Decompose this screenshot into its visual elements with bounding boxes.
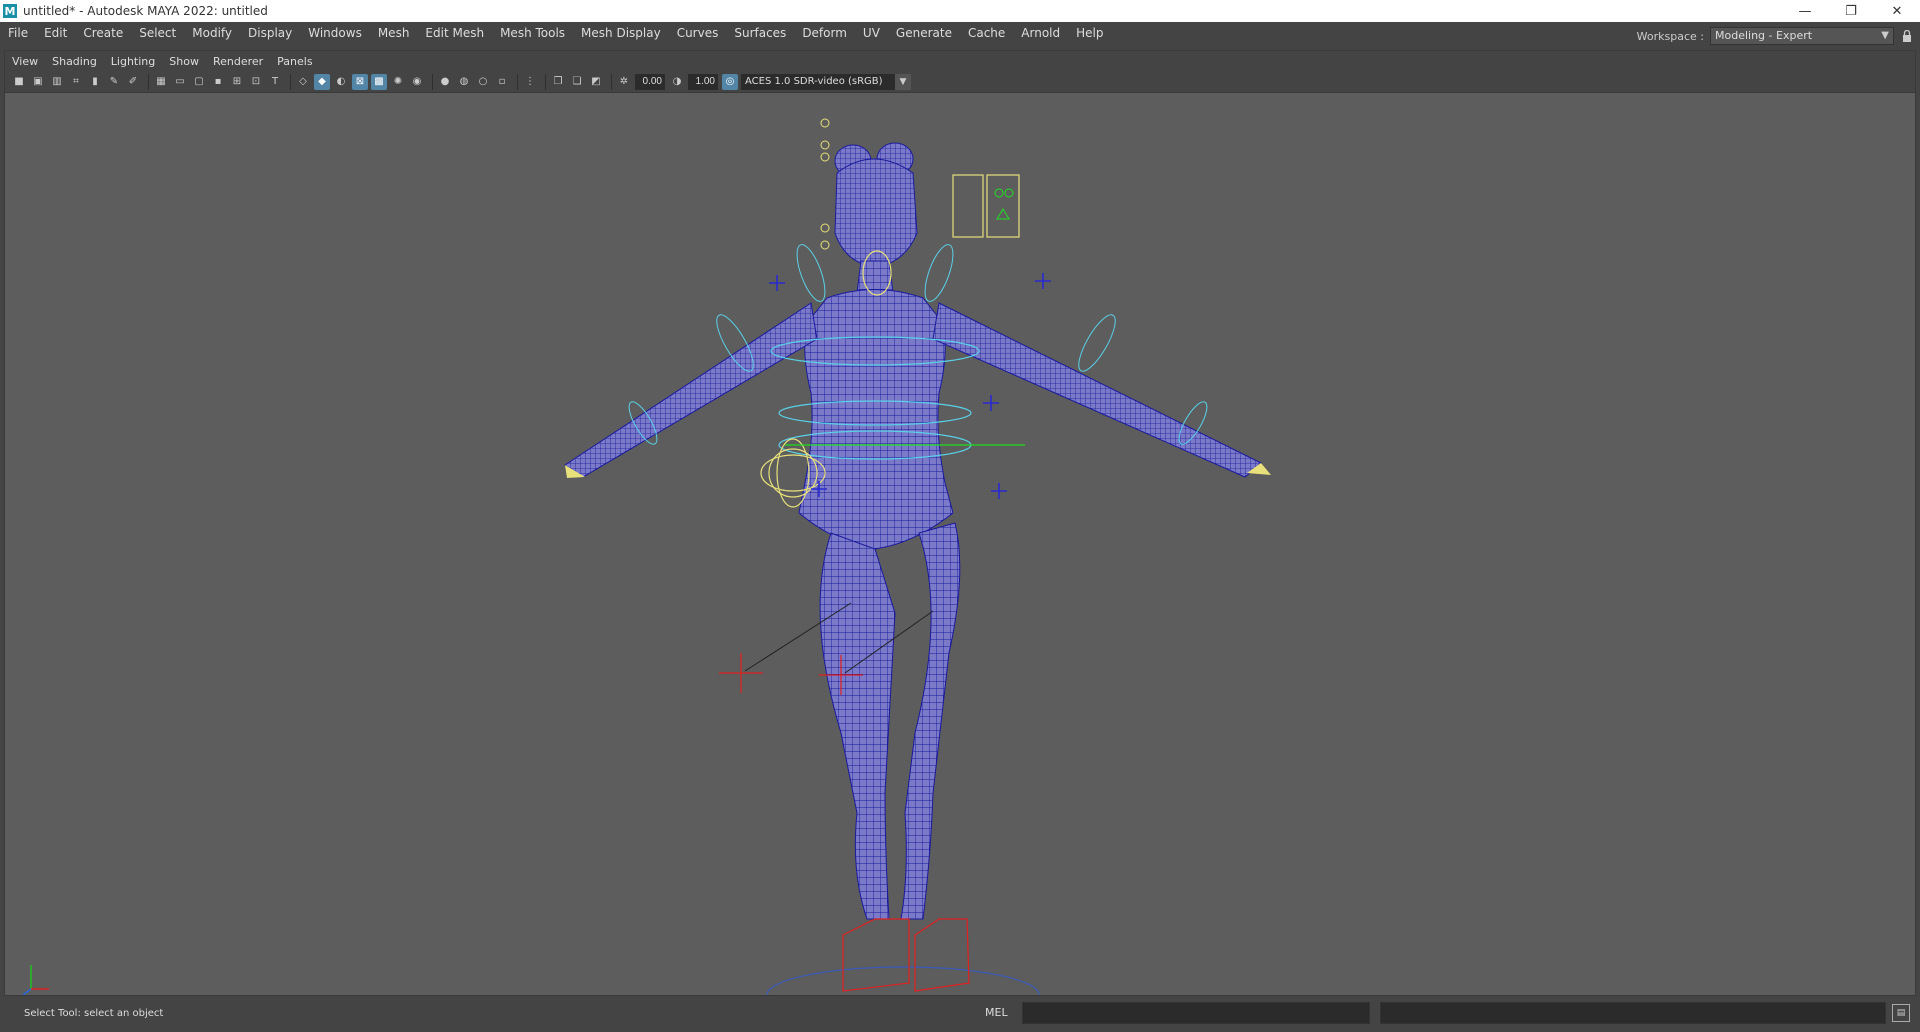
camera-attributes-icon[interactable]: ▣ xyxy=(30,74,46,90)
xray-icon[interactable]: ❐ xyxy=(550,74,566,90)
toolbar-separator xyxy=(517,73,518,90)
bookmark-icon[interactable]: ▥ xyxy=(49,74,65,90)
3d-viewport[interactable]: persp xyxy=(5,93,1915,995)
window-title: untitled* - Autodesk MAYA 2022: untitled xyxy=(23,4,268,18)
panel-menu-renderer[interactable]: Renderer xyxy=(206,55,270,68)
workspace-label: Workspace : xyxy=(1636,29,1704,43)
lock-icon[interactable] xyxy=(1894,26,1920,46)
film-gate-icon[interactable]: ▭ xyxy=(172,74,188,90)
menu-help[interactable]: Help xyxy=(1068,22,1111,44)
panel-menu-view[interactable]: View xyxy=(5,55,45,68)
smooth-shade-icon[interactable]: ◆ xyxy=(314,73,330,90)
close-button[interactable]: ✕ xyxy=(1874,0,1920,22)
camera-select-icon[interactable]: ■ xyxy=(11,74,27,90)
chevron-down-icon: ▼ xyxy=(1881,30,1889,41)
menu-mesh-display[interactable]: Mesh Display xyxy=(573,22,669,44)
menu-mesh[interactable]: Mesh xyxy=(370,22,418,44)
xray-joints-icon[interactable]: ◩ xyxy=(588,74,604,90)
use-lights-icon[interactable]: ✺ xyxy=(390,74,406,90)
workspace-dropdown[interactable]: Modeling - Expert ▼ xyxy=(1710,27,1894,45)
command-result-field xyxy=(1380,1002,1886,1024)
character-mesh[interactable] xyxy=(564,142,1271,920)
gate-mask-icon[interactable]: ▪ xyxy=(210,74,226,90)
workspace-value: Modeling - Expert xyxy=(1715,29,1813,42)
panel-menu-panels[interactable]: Panels xyxy=(270,55,319,68)
gamma-icon[interactable]: ◑ xyxy=(669,74,685,90)
viewport-scene xyxy=(22,118,1271,995)
gamma-field[interactable] xyxy=(688,73,718,90)
xray-pencil-icon[interactable]: ✐ xyxy=(125,74,141,90)
exposure-icon[interactable]: ✲ xyxy=(616,74,632,90)
menu-select[interactable]: Select xyxy=(131,22,184,44)
toolbar-separator xyxy=(545,73,546,90)
menu-deform[interactable]: Deform xyxy=(794,22,855,44)
menu-create[interactable]: Create xyxy=(75,22,131,44)
menu-edit-mesh[interactable]: Edit Mesh xyxy=(417,22,492,44)
grease-pencil-icon[interactable]: ✎ xyxy=(106,74,122,90)
xray-active-components-icon[interactable]: ❏ xyxy=(569,74,585,90)
panel-toolbar: ■ ▣ ▥ ⌗ ▮ ✎ ✐ ▦ ▭ ▢ ▪ ⊞ ⊡ T ◇ ◆ ◐ ⊠ ▩ ✺ … xyxy=(5,71,1915,93)
panel-menubar: View Shading Lighting Show Renderer Pane… xyxy=(5,51,1915,71)
workspace-selector: Workspace : Modeling - Expert ▼ xyxy=(1637,22,1920,50)
axis-gizmo xyxy=(22,965,49,995)
shadows-icon[interactable]: ◉ xyxy=(409,74,425,90)
toolbar-separator xyxy=(611,73,612,90)
menu-display[interactable]: Display xyxy=(240,22,300,44)
chevron-down-icon: ▼ xyxy=(895,73,911,90)
maya-logo-icon: M xyxy=(3,4,17,18)
toolbar-separator xyxy=(432,73,433,90)
safe-title-icon[interactable]: T xyxy=(267,74,283,90)
anti-aliasing-icon[interactable]: ○ xyxy=(475,74,491,90)
restore-button[interactable]: ❐ xyxy=(1828,0,1874,22)
panel-menu-shading[interactable]: Shading xyxy=(45,55,104,68)
menu-cache[interactable]: Cache xyxy=(960,22,1013,44)
menu-surfaces[interactable]: Surfaces xyxy=(726,22,794,44)
panel-menu-show[interactable]: Show xyxy=(162,55,206,68)
safe-action-icon[interactable]: ⊡ xyxy=(248,74,264,90)
exposure-field[interactable] xyxy=(635,73,665,90)
menu-edit[interactable]: Edit xyxy=(36,22,75,44)
menu-uv[interactable]: UV xyxy=(855,22,888,44)
menu-arnold[interactable]: Arnold xyxy=(1013,22,1068,44)
toolbar-separator xyxy=(148,73,149,90)
menu-modify[interactable]: Modify xyxy=(184,22,240,44)
isolate-select-icon[interactable]: ⋮ xyxy=(522,74,538,90)
script-editor-icon[interactable]: ▤ xyxy=(1892,1004,1910,1022)
motion-blur-icon[interactable]: ◍ xyxy=(456,74,472,90)
wireframe-icon[interactable]: ◇ xyxy=(295,74,311,90)
image-plane-icon[interactable]: ⌗ xyxy=(68,74,84,90)
menu-mesh-tools[interactable]: Mesh Tools xyxy=(492,22,573,44)
window-titlebar: M untitled* - Autodesk MAYA 2022: untitl… xyxy=(0,0,1920,22)
textured-icon[interactable]: ▩ xyxy=(371,73,387,90)
minimize-button[interactable]: — xyxy=(1782,0,1828,22)
2d-pan-icon[interactable]: ▮ xyxy=(87,74,103,90)
window-controls: — ❐ ✕ xyxy=(1782,0,1920,22)
command-input[interactable] xyxy=(1022,1002,1370,1024)
view-transform-value: ACES 1.0 SDR-video (sRGB) xyxy=(745,75,883,87)
menu-generate[interactable]: Generate xyxy=(888,22,960,44)
panel-menu-lighting[interactable]: Lighting xyxy=(104,55,162,68)
default-material-icon[interactable]: ◐ xyxy=(333,74,349,90)
color-management-icon[interactable]: ◎ xyxy=(722,73,738,90)
wireframe-on-shaded-icon[interactable]: ⊠ xyxy=(352,73,368,90)
mel-toggle[interactable]: MEL xyxy=(985,1006,1008,1019)
command-line-bar: Select Tool: select an object MEL ▤ xyxy=(0,996,1920,1032)
resolution-gate-icon[interactable]: ▢ xyxy=(191,74,207,90)
main-menubar: File Edit Create Select Modify Display W… xyxy=(0,22,1920,44)
view-transform-dropdown[interactable]: ACES 1.0 SDR-video (sRGB) ▼ xyxy=(741,73,911,90)
ambient-occlusion-icon[interactable]: ● xyxy=(437,74,453,90)
menu-file[interactable]: File xyxy=(0,22,36,44)
depth-of-field-icon[interactable]: ▫ xyxy=(494,74,510,90)
menu-curves[interactable]: Curves xyxy=(669,22,727,44)
menu-windows[interactable]: Windows xyxy=(300,22,370,44)
help-line: Select Tool: select an object xyxy=(24,1008,164,1019)
toolbar-separator xyxy=(290,73,291,90)
viewport-panel: View Shading Lighting Show Renderer Pane… xyxy=(4,50,1916,996)
grid-icon[interactable]: ▦ xyxy=(153,74,169,90)
field-chart-icon[interactable]: ⊞ xyxy=(229,74,245,90)
